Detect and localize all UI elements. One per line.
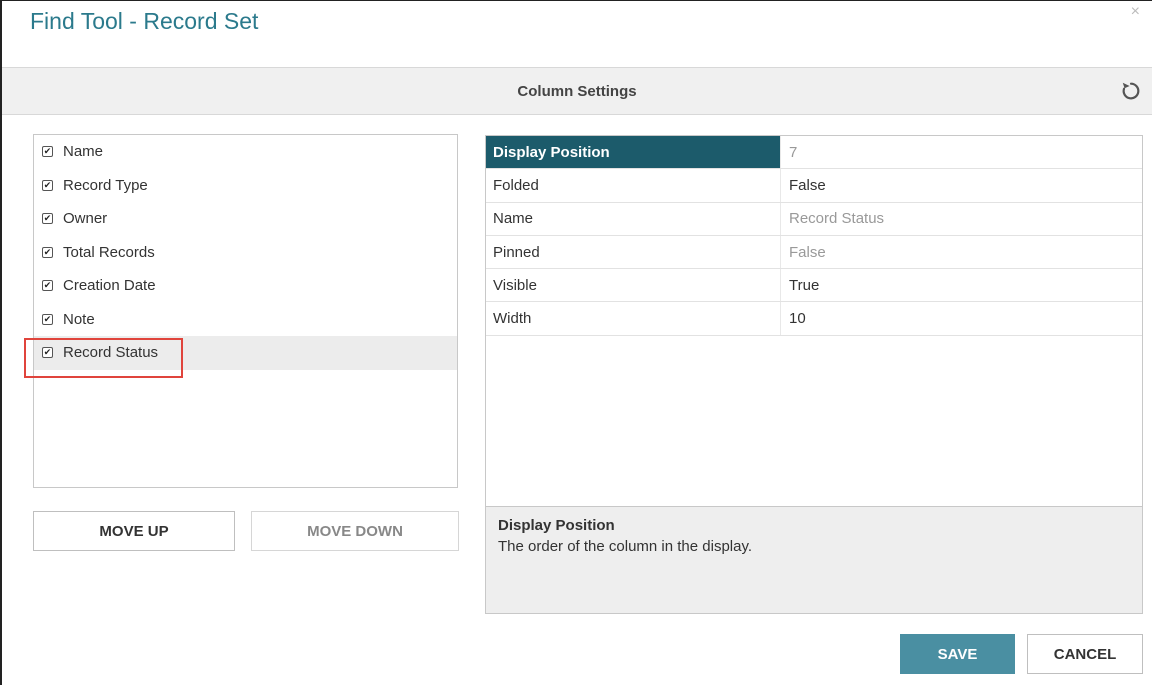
property-description: Display Position The order of the column… — [485, 506, 1143, 614]
move-up-button[interactable]: MOVE UP — [33, 511, 235, 551]
column-settings-title: Column Settings — [517, 83, 637, 100]
close-icon[interactable]: × — [1131, 3, 1140, 21]
column-label: Total Records — [63, 243, 155, 261]
checkbox[interactable]: ✔ — [42, 347, 53, 359]
property-row-width[interactable]: Width 10 — [486, 302, 1142, 336]
property-value[interactable]: True — [781, 269, 1142, 301]
property-value: Record Status — [789, 210, 885, 228]
column-label: Record Status — [63, 344, 159, 362]
column-list[interactable]: ✔ Name ✔ Record Type ✔ Owner ✔ Total Rec… — [33, 134, 458, 488]
column-label: Note — [63, 310, 95, 328]
checkbox[interactable]: ✔ — [42, 246, 53, 258]
cancel-button[interactable]: CANCEL — [1027, 634, 1143, 674]
column-label: Owner — [63, 210, 108, 228]
dialog-title: Find Tool - Record Set — [30, 8, 259, 34]
move-down-button[interactable]: MOVE DOWN — [251, 511, 459, 551]
property-value[interactable]: False — [781, 169, 1142, 201]
column-item-name[interactable]: ✔ Name — [34, 135, 457, 169]
column-settings-header: Column Settings — [2, 67, 1152, 115]
column-label: Record Type — [63, 176, 148, 194]
property-value: False — [789, 243, 826, 261]
checkbox[interactable]: ✔ — [42, 213, 53, 225]
property-row-display-position[interactable]: Display Position 7 — [486, 136, 1142, 170]
column-item-total-records[interactable]: ✔ Total Records — [34, 236, 457, 270]
property-row-folded[interactable]: Folded False — [486, 169, 1142, 203]
property-key: Name — [486, 202, 781, 235]
property-key: Display Position — [486, 136, 781, 169]
column-item-creation-date[interactable]: ✔ Creation Date — [34, 269, 457, 303]
column-label: Name — [63, 143, 104, 161]
property-row-visible[interactable]: Visible True — [486, 269, 1142, 303]
column-item-record-status[interactable]: ✔ Record Status — [34, 336, 457, 370]
checkbox[interactable]: ✔ — [42, 313, 53, 325]
column-item-record-type[interactable]: ✔ Record Type — [34, 169, 457, 203]
description-title: Display Position — [498, 517, 615, 534]
column-label: Creation Date — [63, 277, 156, 295]
checkbox[interactable]: ✔ — [42, 280, 53, 292]
property-value[interactable]: 10 — [781, 302, 1142, 334]
property-value: 7 — [789, 143, 798, 161]
property-key: Width — [486, 302, 781, 335]
description-text: The order of the column in the display. — [498, 538, 753, 555]
find-tool-dialog: Find Tool - Record Set × Column Settings… — [0, 0, 1152, 685]
checkbox[interactable]: ✔ — [42, 179, 53, 191]
property-row-pinned[interactable]: Pinned False — [486, 235, 1142, 270]
property-key: Visible — [486, 269, 781, 302]
refresh-icon[interactable] — [1120, 80, 1142, 102]
property-key: Folded — [486, 169, 781, 202]
column-item-note[interactable]: ✔ Note — [34, 303, 457, 337]
save-button[interactable]: SAVE — [900, 634, 1015, 674]
property-row-name[interactable]: Name Record Status — [486, 202, 1142, 236]
property-key: Pinned — [486, 235, 781, 269]
checkbox[interactable]: ✔ — [42, 146, 53, 158]
properties-grid: Display Position 7 Folded False Name Rec… — [485, 135, 1143, 507]
column-item-owner[interactable]: ✔ Owner — [34, 202, 457, 236]
